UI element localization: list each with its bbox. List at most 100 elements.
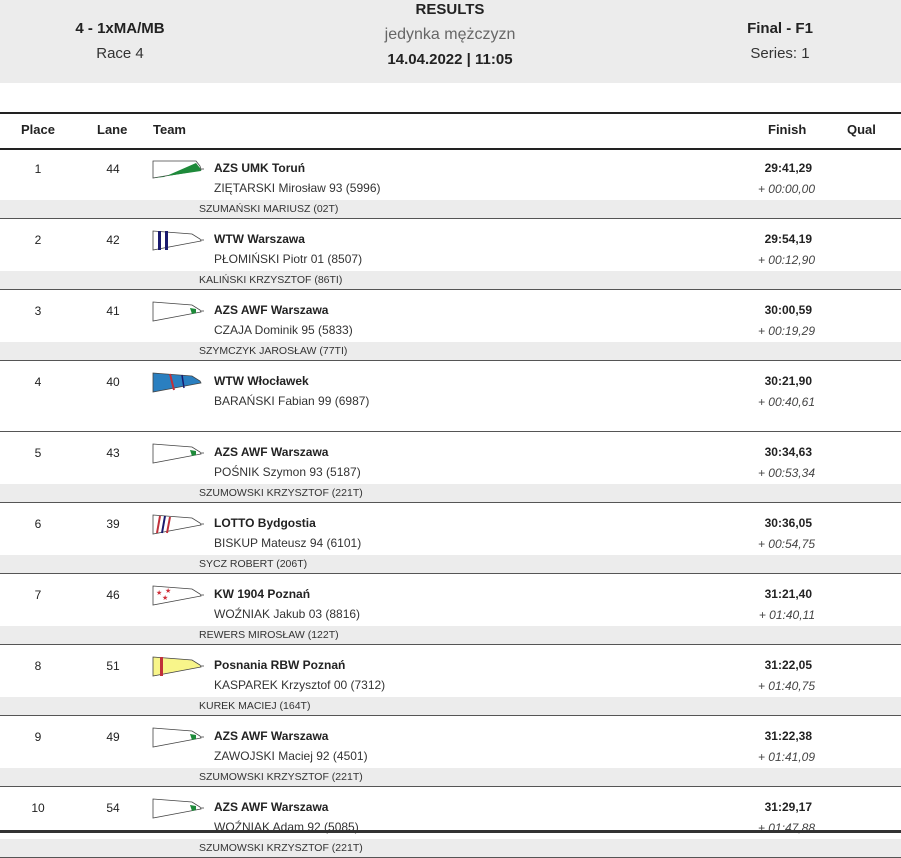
coach-name: SZUMOWSKI KRZYSZTOF (221T) xyxy=(199,842,363,854)
finish-time: 30:21,90 xyxy=(764,374,812,388)
coach-bar: SZYMCZYK JAROSŁAW (77TI) xyxy=(0,342,901,360)
lane-value: 39 xyxy=(106,517,120,531)
lane-value: 42 xyxy=(106,233,120,247)
finish-time: 31:22,38 xyxy=(764,729,812,743)
club-oar-icon xyxy=(152,230,204,251)
team-name: AZS UMK Toruń xyxy=(214,161,306,175)
coach-name: SZYMCZYK JAROSŁAW (77TI) xyxy=(199,345,348,357)
coach-name: KALIŃSKI KRZYSZTOF (86TI) xyxy=(199,274,343,286)
race-number: Race 4 xyxy=(96,45,144,62)
coach-name: SYCZ ROBERT (206T) xyxy=(199,558,308,570)
club-oar-icon xyxy=(152,301,204,322)
svg-text:★: ★ xyxy=(165,587,171,595)
place-value: 5 xyxy=(34,446,42,460)
lane-value: 41 xyxy=(106,304,120,318)
lane-value: 54 xyxy=(106,801,120,815)
event-name: jedynka mężczyzn xyxy=(384,26,516,43)
finish-time: 29:41,29 xyxy=(764,161,812,175)
place-value: 7 xyxy=(34,588,42,602)
club-oar-icon xyxy=(152,727,204,748)
lane-value: 40 xyxy=(106,375,120,389)
rower-name: ZAWOJSKI Maciej 92 (4501) xyxy=(214,749,368,763)
finish-time: 30:34,63 xyxy=(764,445,812,459)
finish-time: 31:22,05 xyxy=(764,658,812,672)
table-row: 9 49 AZS AWF Warszawa ZAWOJSKI Maciej 92… xyxy=(0,716,901,787)
finish-time: 30:00,59 xyxy=(764,303,812,317)
time-difference: + 00:19,29 xyxy=(757,324,815,338)
column-place: Place xyxy=(21,122,55,137)
table-row: 8 51 Posnania RBW Poznań KASPAREK Krzysz… xyxy=(0,645,901,716)
place-value: 8 xyxy=(34,659,42,673)
finish-time: 31:21,40 xyxy=(764,587,812,601)
coach-bar: SZUMOWSKI KRZYSZTOF (221T) xyxy=(0,839,901,857)
time-difference: + 00:40,61 xyxy=(757,395,815,409)
time-difference: + 00:54,75 xyxy=(757,537,815,551)
place-value: 2 xyxy=(34,233,42,247)
club-oar-icon xyxy=(152,798,204,819)
team-name: AZS AWF Warszawa xyxy=(214,445,329,459)
table-row: 3 41 AZS AWF Warszawa CZAJA Dominik 95 (… xyxy=(0,290,901,361)
team-name: AZS AWF Warszawa xyxy=(214,729,329,743)
lane-value: 51 xyxy=(106,659,120,673)
table-row: 5 43 AZS AWF Warszawa POŚNIK Szymon 93 (… xyxy=(0,432,901,503)
table-row: 4 40 WTW Włocławek BARAŃSKI Fabian 99 (6… xyxy=(0,361,901,432)
coach-name: SZUMOWSKI KRZYSZTOF (221T) xyxy=(199,771,363,783)
page-title: RESULTS xyxy=(415,1,485,18)
table-row: 2 42 WTW Warszawa PŁOMIŃSKI Piotr 01 (85… xyxy=(0,219,901,290)
coach-name: REWERS MIROSŁAW (122T) xyxy=(199,629,339,641)
svg-text:★: ★ xyxy=(162,594,168,602)
lane-value: 44 xyxy=(106,162,120,176)
finish-time: 30:36,05 xyxy=(764,516,812,530)
column-lane: Lane xyxy=(97,122,128,137)
place-value: 10 xyxy=(31,801,45,815)
coach-bar: REWERS MIROSŁAW (122T) xyxy=(0,626,901,644)
column-finish: Finish xyxy=(768,122,807,137)
time-difference: + 01:41,09 xyxy=(757,750,815,764)
coach-bar: SZUMOWSKI KRZYSZTOF (221T) xyxy=(0,484,901,502)
club-oar-icon xyxy=(152,656,204,677)
team-name: Posnania RBW Poznań xyxy=(214,658,346,672)
place-value: 1 xyxy=(34,162,42,176)
coach-bar: KALIŃSKI KRZYSZTOF (86TI) xyxy=(0,271,901,289)
race-phase: Final - F1 xyxy=(747,20,813,37)
rower-name: WOŹNIAK Jakub 03 (8816) xyxy=(214,607,361,621)
column-team: Team xyxy=(153,122,186,137)
place-value: 4 xyxy=(34,375,42,389)
team-name: LOTTO Bydgostia xyxy=(214,516,316,530)
place-value: 3 xyxy=(34,304,42,318)
club-oar-icon xyxy=(152,443,204,464)
club-oar-icon xyxy=(152,514,204,535)
rower-name: BARAŃSKI Fabian 99 (6987) xyxy=(214,394,370,408)
rower-name: ZIĘTARSKI Mirosław 93 (5996) xyxy=(214,181,381,195)
race-datetime: 14.04.2022 | 11:05 xyxy=(387,51,513,68)
table-row: 7 46 ★ ★ ★ KW 1904 Poznań WOŹNIAK Jakub 03… xyxy=(0,574,901,645)
coach-name: SZUMOWSKI KRZYSZTOF (221T) xyxy=(199,487,363,499)
finish-time: 31:29,17 xyxy=(764,800,812,814)
place-value: 9 xyxy=(34,730,42,744)
team-name: AZS AWF Warszawa xyxy=(214,303,329,317)
time-difference: + 00:53,34 xyxy=(757,466,815,480)
lane-value: 49 xyxy=(106,730,120,744)
table-row: 6 39 LOTTO Bydgostia BISKUP Mateusz 94 (… xyxy=(0,503,901,574)
time-difference: + 00:12,90 xyxy=(757,253,815,267)
time-difference: + 00:00,00 xyxy=(757,182,815,196)
coach-bar xyxy=(0,413,901,431)
lane-value: 46 xyxy=(106,588,120,602)
table-row: 1 44 AZS UMK Toruń ZIĘTARSKI Mirosław 93… xyxy=(0,148,901,219)
results-table-header: Place Lane Team Finish Qual xyxy=(0,112,901,150)
time-difference: + 01:40,75 xyxy=(757,679,815,693)
club-oar-icon xyxy=(152,372,202,393)
team-name: WTW Warszawa xyxy=(214,232,305,246)
coach-bar: SZUMAŃSKI MARIUSZ (02T) xyxy=(0,200,901,218)
place-value: 6 xyxy=(34,517,42,531)
club-oar-icon xyxy=(152,160,204,179)
rower-name: PŁOMIŃSKI Piotr 01 (8507) xyxy=(214,252,363,266)
club-oar-icon: ★★★ xyxy=(152,585,204,606)
results-table-body: 1 44 AZS UMK Toruń ZIĘTARSKI Mirosław 93… xyxy=(0,148,901,858)
team-name: AZS AWF Warszawa xyxy=(214,800,329,814)
column-qual: Qual xyxy=(847,122,876,137)
coach-bar: SZUMOWSKI KRZYSZTOF (221T) xyxy=(0,768,901,786)
coach-name: KUREK MACIEJ (164T) xyxy=(199,700,311,712)
lane-value: 43 xyxy=(106,446,120,460)
rower-name: BISKUP Mateusz 94 (6101) xyxy=(214,536,362,550)
